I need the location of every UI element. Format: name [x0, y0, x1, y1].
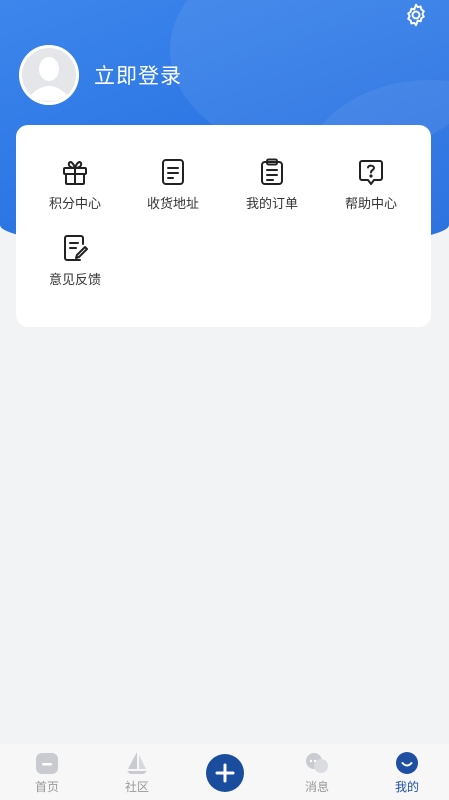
tab-home[interactable]: 首页	[12, 750, 82, 800]
tab-label: 我的	[394, 780, 419, 794]
menu-item-label: 帮助中心	[344, 197, 397, 212]
smile-icon	[396, 752, 418, 774]
gift-icon	[63, 161, 87, 185]
menu-item-feedback[interactable]: 意见反馈	[25, 233, 125, 303]
tab-label: 首页	[34, 780, 59, 794]
tab-community[interactable]: 社区	[102, 750, 172, 800]
tab-label: 消息	[304, 780, 329, 794]
sail-icon	[127, 752, 147, 774]
bottom-tab-bar: 首页 社区 消息 我的	[0, 744, 449, 800]
plus-icon	[215, 763, 235, 783]
document-list-icon	[162, 159, 184, 185]
login-link[interactable]: 立即登录	[94, 60, 182, 90]
menu-item-label: 我的订单	[245, 197, 298, 212]
feature-menu-card: 积分中心 收货地址 我的订单 帮助中心 意见反馈	[16, 125, 431, 327]
help-bubble-icon	[359, 160, 383, 185]
settings-gear-icon[interactable]	[403, 2, 429, 28]
default-avatar-icon	[19, 45, 79, 105]
profile-screen: 立即登录 积分中心 收货地址 我的订单 帮助中心 意见反馈 首页 社区 消息 我…	[0, 0, 449, 800]
chat-icon	[306, 753, 328, 773]
menu-item-label: 积分中心	[48, 197, 101, 212]
home-icon	[36, 753, 58, 774]
tab-label: 社区	[124, 780, 149, 794]
clipboard-icon	[261, 158, 283, 185]
menu-item-shipping-address[interactable]: 收货地址	[123, 157, 223, 227]
menu-item-help-center[interactable]: 帮助中心	[321, 157, 421, 227]
tab-mine[interactable]: 我的	[372, 750, 442, 800]
menu-item-points-center[interactable]: 积分中心	[25, 157, 125, 227]
tab-messages[interactable]: 消息	[282, 750, 352, 800]
menu-item-label: 收货地址	[146, 197, 199, 212]
add-post-button[interactable]	[206, 754, 244, 792]
avatar[interactable]	[19, 45, 79, 105]
menu-item-my-orders[interactable]: 我的订单	[222, 157, 322, 227]
menu-item-label: 意见反馈	[48, 273, 101, 288]
feedback-edit-icon	[64, 235, 88, 261]
